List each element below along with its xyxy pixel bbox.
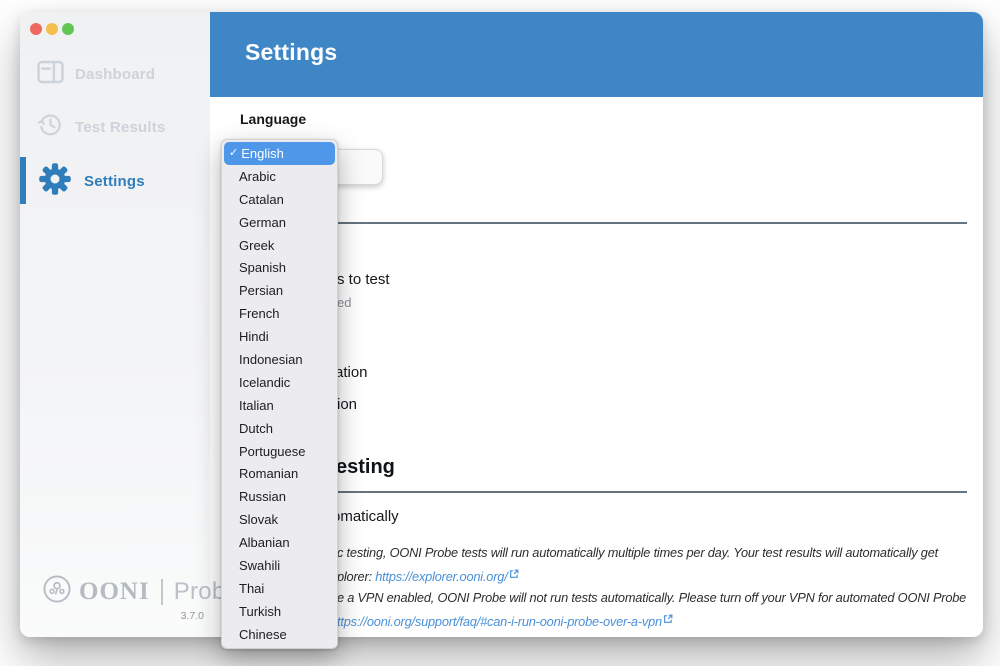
dashboard-icon xyxy=(37,60,64,89)
section-divider xyxy=(240,222,967,224)
sidebar-item-dashboard[interactable]: Dashboard xyxy=(20,56,210,92)
menu-item-turkish[interactable]: Turkish xyxy=(222,600,337,623)
categories-enabled-text: ed xyxy=(337,295,351,310)
menu-item-chinese[interactable]: Chinese xyxy=(222,623,337,646)
autorun-note-line1: c testing, OONI Probe tests will run aut… xyxy=(337,545,938,560)
sidebar-item-label: Test Results xyxy=(75,119,165,136)
sidebar: Dashboard Test Results xyxy=(20,12,210,637)
page-title: Settings xyxy=(245,39,337,66)
menu-item-arabic[interactable]: Arabic xyxy=(222,165,337,188)
menu-item-romanian[interactable]: Romanian xyxy=(222,462,337,485)
ooni-probe-logo: OONI Probe xyxy=(42,574,239,609)
menu-item-catalan[interactable]: Catalan xyxy=(222,188,337,211)
gear-icon xyxy=(37,161,73,202)
checkbox-label-text: ion xyxy=(337,396,357,413)
language-label: Language xyxy=(240,111,306,127)
menu-item-french[interactable]: French xyxy=(222,302,337,325)
vpn-note-line1: e a VPN enabled, OONI Probe will not run… xyxy=(337,590,966,605)
history-icon xyxy=(37,111,64,143)
app-version: 3.7.0 xyxy=(150,610,204,622)
menu-item-thai[interactable]: Thai xyxy=(222,577,337,600)
automated-testing-heading: esting xyxy=(336,456,395,479)
autorun-note-line2-prefix: plorer: xyxy=(337,569,375,584)
menu-item-label: English xyxy=(241,146,284,161)
vpn-faq-link[interactable]: ttps://ooni.org/support/faq/#can-i-run-o… xyxy=(337,614,662,629)
sidebar-item-label: Dashboard xyxy=(75,66,155,83)
section-divider xyxy=(240,491,967,493)
sidebar-item-settings[interactable]: Settings xyxy=(20,163,210,199)
menu-item-indonesian[interactable]: Indonesian xyxy=(222,348,337,371)
vpn-note-line2: ttps://ooni.org/support/faq/#can-i-run-o… xyxy=(337,612,673,629)
checkbox-label-text: ation xyxy=(335,364,368,381)
menu-item-persian[interactable]: Persian xyxy=(222,279,337,302)
explorer-link[interactable]: https://explorer.ooni.org/ xyxy=(375,569,507,584)
menu-item-german[interactable]: German xyxy=(222,211,337,234)
external-link-icon xyxy=(663,612,673,627)
categories-to-test-text: s to test xyxy=(337,271,390,288)
external-link-icon xyxy=(509,567,519,582)
app-screenshot: Dashboard Test Results xyxy=(0,0,1000,666)
menu-item-hindi[interactable]: Hindi xyxy=(222,325,337,348)
app-window: Dashboard Test Results xyxy=(20,12,983,637)
menu-item-spanish[interactable]: Spanish xyxy=(222,256,337,279)
brand-ooni-text: OONI xyxy=(79,578,150,606)
ooni-logo-icon xyxy=(42,574,72,609)
menu-item-swahili[interactable]: Swahili xyxy=(222,554,337,577)
language-dropdown-menu: ✓ English Arabic Catalan German Greek Sp… xyxy=(221,139,338,649)
menu-item-dutch[interactable]: Dutch xyxy=(222,417,337,440)
menu-item-italian[interactable]: Italian xyxy=(222,394,337,417)
menu-item-russian[interactable]: Russian xyxy=(222,485,337,508)
run-automatically-label: omatically xyxy=(332,508,399,525)
sidebar-item-test-results[interactable]: Test Results xyxy=(20,109,210,145)
menu-item-greek[interactable]: Greek xyxy=(222,234,337,257)
zoom-button[interactable] xyxy=(62,23,74,35)
menu-item-english[interactable]: ✓ English xyxy=(224,142,335,165)
menu-item-slovak[interactable]: Slovak xyxy=(222,508,337,531)
checkmark-icon: ✓ xyxy=(229,148,238,159)
close-button[interactable] xyxy=(30,23,42,35)
menu-item-icelandic[interactable]: Icelandic xyxy=(222,371,337,394)
page-header: Settings xyxy=(210,12,983,97)
autorun-note-line2: plorer: https://explorer.ooni.org/ xyxy=(337,567,519,584)
menu-item-portuguese[interactable]: Portuguese xyxy=(222,440,337,463)
minimize-button[interactable] xyxy=(46,23,58,35)
brand-divider xyxy=(161,579,163,605)
menu-item-albanian[interactable]: Albanian xyxy=(222,531,337,554)
sidebar-item-label: Settings xyxy=(84,173,145,190)
